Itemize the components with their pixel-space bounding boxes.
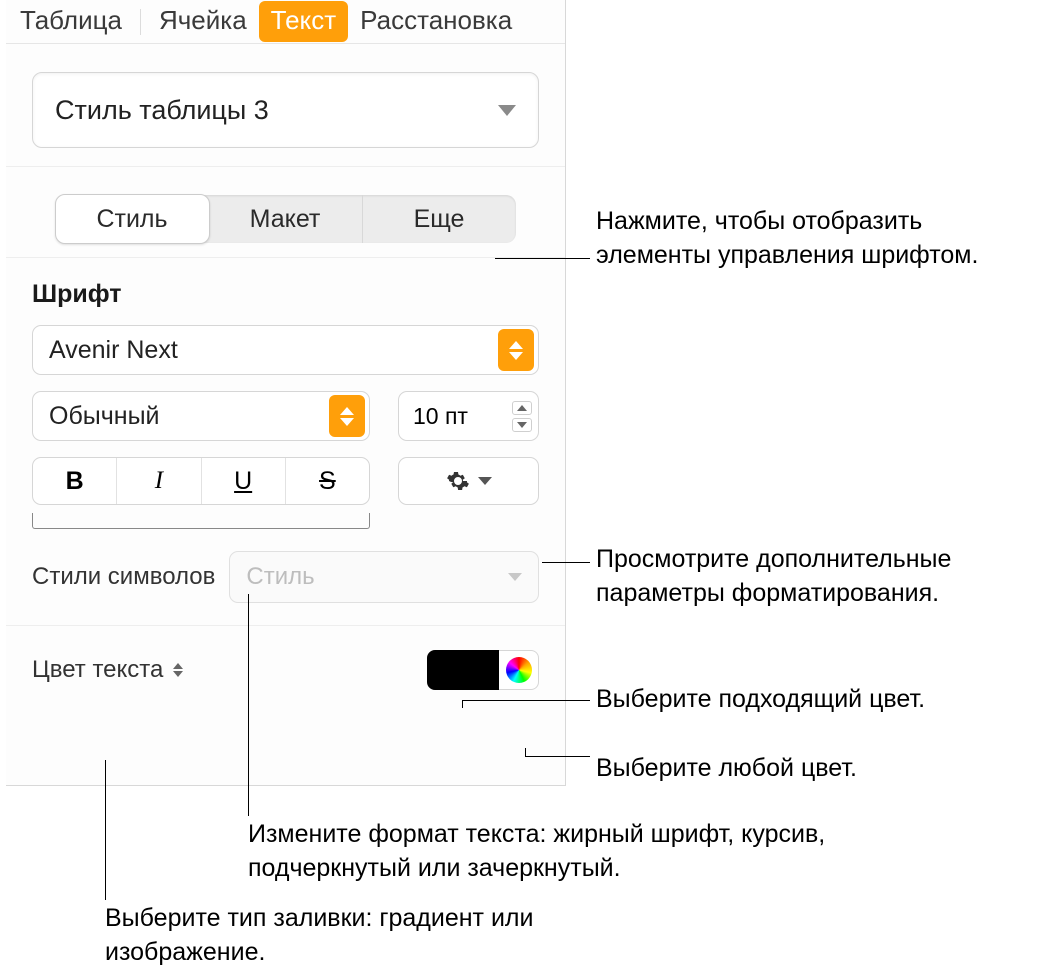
text-color-controls xyxy=(427,650,539,690)
font-family-select[interactable]: Avenir Next xyxy=(32,325,539,375)
callout-text: Выберите тип заливки: градиент или изобр… xyxy=(105,902,605,970)
stepper-icon xyxy=(512,401,532,432)
text-format-segment: B I U S xyxy=(32,457,370,505)
chevron-down-icon xyxy=(498,105,516,116)
text-color-menu-button[interactable] xyxy=(173,663,183,677)
gear-icon xyxy=(446,469,470,493)
font-weight-select[interactable]: Обычный xyxy=(32,391,370,441)
font-family-value: Avenir Next xyxy=(49,336,178,365)
color-wheel-button[interactable] xyxy=(499,650,539,690)
font-section-title: Шрифт xyxy=(32,280,539,309)
color-wheel-icon xyxy=(506,657,532,683)
character-style-placeholder: Стиль xyxy=(246,563,314,591)
callout-line xyxy=(525,748,526,756)
subtab-layout[interactable]: Макет xyxy=(209,195,363,243)
text-color-label: Цвет текста xyxy=(32,656,163,684)
chevron-down-icon xyxy=(508,573,522,581)
callout-line xyxy=(105,760,106,900)
bold-button[interactable]: B xyxy=(33,458,117,504)
subtab-more[interactable]: Еще xyxy=(363,195,516,243)
font-section: Шрифт Avenir Next Обычный 10 пт xyxy=(6,258,565,529)
callout-line xyxy=(495,258,590,259)
callout-line xyxy=(462,700,463,708)
strikethrough-button[interactable]: S xyxy=(286,458,369,504)
chevron-down-icon xyxy=(478,477,492,485)
color-swatch-button[interactable] xyxy=(427,650,499,690)
subtabs-section: Стиль Макет Еще xyxy=(6,167,565,258)
character-style-label: Стили символов xyxy=(32,563,215,591)
tab-separator xyxy=(140,9,141,35)
callout-line xyxy=(542,562,590,563)
tab-table[interactable]: Таблица xyxy=(8,1,134,42)
subtab-style[interactable]: Стиль xyxy=(55,194,210,244)
font-size-stepper[interactable]: 10 пт xyxy=(398,391,539,441)
font-size-value: 10 пт xyxy=(413,403,468,430)
character-style-select[interactable]: Стиль xyxy=(229,551,539,603)
callout-text: Выберите подходящий цвет. xyxy=(596,683,925,717)
text-subtabs: Стиль Макет Еще xyxy=(56,195,516,243)
bracket-decoration xyxy=(32,513,370,529)
italic-button[interactable]: I xyxy=(117,458,201,504)
callout-text: Просмотрите дополнительные параметры фор… xyxy=(596,543,1046,611)
advanced-options-button[interactable] xyxy=(398,457,539,505)
dropdown-button-icon xyxy=(329,395,365,437)
callout-line xyxy=(462,700,590,701)
inspector-tabs: Таблица Ячейка Текст Расстановка xyxy=(6,0,565,44)
dropdown-button-icon xyxy=(498,329,534,371)
underline-button[interactable]: U xyxy=(202,458,286,504)
tab-text[interactable]: Текст xyxy=(259,1,348,42)
tab-arrange[interactable]: Расстановка xyxy=(348,1,524,42)
callout-line xyxy=(525,756,590,757)
text-color-row: Цвет текста xyxy=(6,626,565,716)
callout-line xyxy=(248,594,249,816)
callout-text: Выберите любой цвет. xyxy=(596,752,857,786)
paragraph-style-value: Стиль таблицы 3 xyxy=(55,95,269,126)
character-style-row: Стили символов Стиль xyxy=(6,529,565,626)
format-panel: Таблица Ячейка Текст Расстановка Стиль т… xyxy=(6,0,566,786)
tab-cell[interactable]: Ячейка xyxy=(147,1,259,42)
font-weight-value: Обычный xyxy=(49,402,160,431)
paragraph-style-section: Стиль таблицы 3 xyxy=(6,44,565,167)
callout-text: Измените формат текста: жирный шрифт, ку… xyxy=(248,818,948,886)
paragraph-style-select[interactable]: Стиль таблицы 3 xyxy=(32,72,539,148)
callout-text: Нажмите, чтобы отобразить элементы управ… xyxy=(596,205,1026,273)
